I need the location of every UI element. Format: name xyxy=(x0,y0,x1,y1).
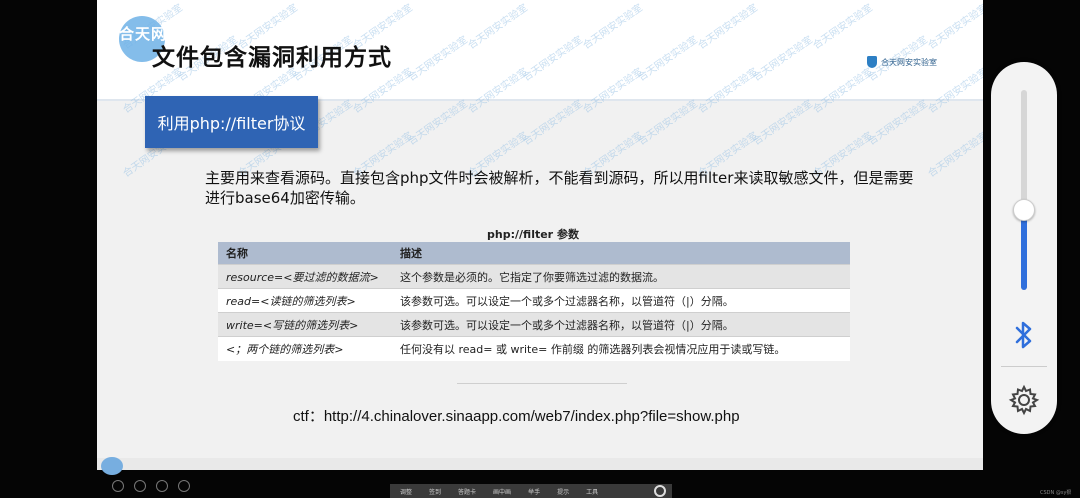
table-header-desc: 描述 xyxy=(392,242,850,265)
shield-icon xyxy=(867,56,877,68)
corner-watermark: CSDN @sy狠 xyxy=(1040,490,1072,496)
camera-icon[interactable] xyxy=(156,480,168,492)
brand-logo: 合天网安实验室 xyxy=(867,56,937,68)
ctf-link-text: ctf：http://4.chinalover.sinaapp.com/web7… xyxy=(293,408,740,425)
watermark-text: 合天网安实验室 xyxy=(926,130,983,180)
panel-divider xyxy=(1001,366,1047,367)
classroom-toolbar: 调整 签到 答题卡 画中画 举手 提示 工具 xyxy=(390,484,672,498)
table-row: <；两个链的筛选列表> 任何没有以 read= 或 write= 作前缀 的筛选… xyxy=(218,336,850,361)
param-name: resource=<要过滤的数据流> xyxy=(218,264,392,289)
param-desc: 该参数可选。可以设定一个或多个过滤器名称，以管道符（|）分隔。 xyxy=(392,312,850,337)
gear-icon[interactable] xyxy=(1008,384,1040,416)
table-row: read=<读链的筛选列表> 该参数可选。可以设定一个或多个过滤器名称，以管道符… xyxy=(218,288,850,313)
filter-params-table: 名称 描述 resource=<要过滤的数据流> 这个参数是必须的。它指定了你要… xyxy=(218,242,850,361)
table-row: resource=<要过滤的数据流> 这个参数是必须的。它指定了你要筛选过滤的数… xyxy=(218,264,850,289)
toolbar-item[interactable]: 工具 xyxy=(586,487,598,496)
param-desc: 任何没有以 read= 或 write= 作前缀 的筛选器列表会视情况应用于读或… xyxy=(392,336,850,361)
presentation-slide: 合天网安实验室 合天网安实验室 合天网安实验室 合天网安实验室 合天网安实验室 合天网安实… xyxy=(97,0,983,470)
brand-name: 合天网安实验室 xyxy=(881,57,937,67)
play-icon[interactable] xyxy=(112,480,124,492)
param-desc: 该参数可选。可以设定一个或多个过滤器名称，以管道符（|）分隔。 xyxy=(392,288,850,313)
watermark-text: 合天网安实验室 xyxy=(521,98,585,148)
toolbar-item[interactable]: 签到 xyxy=(429,487,441,496)
param-name: write=<写链的筛选列表> xyxy=(218,312,392,337)
table-row: write=<写链的筛选列表> 该参数可选。可以设定一个或多个过滤器名称，以管道… xyxy=(218,312,850,337)
description-text: 主要用来查看源码。直接包含php文件时会被解析，不能看到源码，所以用filter… xyxy=(205,169,914,207)
toolbar-item[interactable]: 答题卡 xyxy=(458,487,476,496)
table-header-name: 名称 xyxy=(218,242,392,265)
divider xyxy=(457,383,627,384)
avatar[interactable] xyxy=(101,457,123,475)
watermark-text: 合天网安实验室 xyxy=(866,98,930,148)
speed-icon[interactable] xyxy=(134,480,146,492)
volume-slider-fill xyxy=(1021,210,1027,290)
volume-slider-knob[interactable] xyxy=(1013,199,1035,221)
param-name: read=<读链的筛选列表> xyxy=(218,288,392,313)
player-controls xyxy=(112,480,190,492)
table-caption: php://filter 参数 xyxy=(487,228,579,241)
param-desc: 这个参数是必须的。它指定了你要筛选过滤的数据流。 xyxy=(392,264,850,289)
toolbar-item[interactable]: 举手 xyxy=(528,487,540,496)
bluetooth-icon[interactable] xyxy=(1012,320,1036,350)
watermark-text: 合天网安实验室 xyxy=(636,98,700,148)
toolbar-item[interactable]: 调整 xyxy=(400,487,412,496)
watermark-text: 合天网安实验室 xyxy=(406,98,470,148)
toolbar-item[interactable]: 画中画 xyxy=(493,487,511,496)
watermark-text: 合天网安实验室 xyxy=(751,98,815,148)
topic-box: 利用php://filter协议 xyxy=(145,96,318,148)
table-header-row: 名称 描述 xyxy=(218,242,850,265)
slide-title: 文件包含漏洞利用方式 xyxy=(152,45,392,71)
slide-footer-strip xyxy=(97,458,983,470)
toolbar-item[interactable]: 提示 xyxy=(557,487,569,496)
fullscreen-icon[interactable] xyxy=(178,480,190,492)
watermark-text: 合天网安实验室 xyxy=(979,95,983,148)
param-name: <；两个链的筛选列表> xyxy=(218,336,392,361)
screen: 合天网安实验室 合天网安实验室 合天网安实验室 合天网安实验室 合天网安实验室 合天网安实… xyxy=(0,0,1080,498)
power-icon[interactable] xyxy=(654,485,666,497)
